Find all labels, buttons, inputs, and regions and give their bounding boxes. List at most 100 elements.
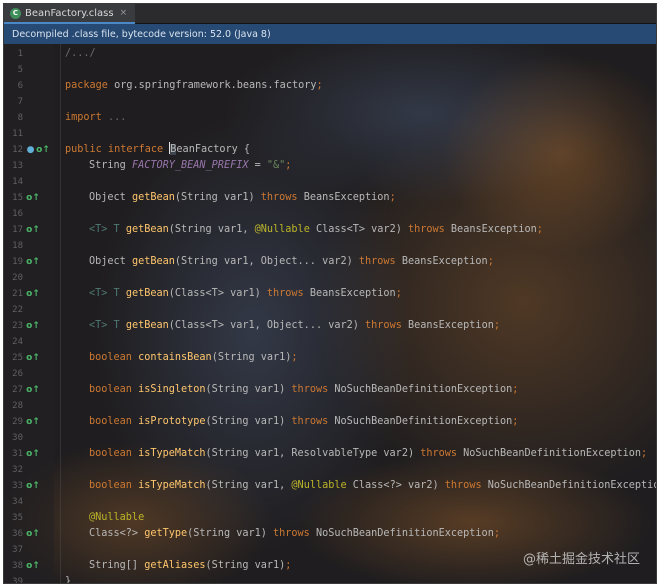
gutter-icons: o↑ (26, 222, 40, 238)
code-text: boolean isSingleton(String var1) throws … (65, 382, 518, 398)
code-line[interactable]: 34 (4, 494, 656, 510)
code-line[interactable]: 26 (4, 366, 656, 382)
code-line[interactable]: 33 o↑ boolean isTypeMatch(String var1, @Nu… (4, 478, 656, 494)
override-method-icon[interactable]: o↑ (36, 144, 50, 156)
code-line[interactable]: 6 package org.springframework.beans.facto… (4, 78, 656, 94)
code-line[interactable]: 13 String FACTORY_BEAN_PREFIX = "&"; (4, 158, 656, 174)
code-token: Class<?> (89, 528, 145, 539)
code-text: Class<?> getType(String var1) throws NoS… (65, 526, 500, 542)
override-method-icon[interactable]: o↑ (26, 352, 40, 364)
code-line[interactable]: 8 import ... (4, 110, 656, 126)
tab-beanfactory-class[interactable]: C BeanFactory.class × (4, 4, 136, 24)
code-line[interactable]: 11 (4, 126, 656, 142)
code-text: String FACTORY_BEAN_PREFIX = "&"; (65, 158, 291, 174)
code-token: org.springframework.beans.factory (114, 80, 317, 91)
code-token: throws (266, 288, 310, 299)
code-line[interactable]: 16 (4, 206, 656, 222)
code-line[interactable]: 21 o↑ <T> T getBean(Class<T> var1) throws … (4, 286, 656, 302)
code-token: getBean (125, 288, 169, 299)
code-token: Class<?> var2) (352, 480, 445, 491)
code-line[interactable]: 28 (4, 398, 656, 414)
line-number: 7 (17, 97, 23, 107)
line-number: 29 (12, 417, 23, 427)
code-line[interactable]: 1 /.../ (4, 46, 656, 62)
code-token: (String var1) (174, 192, 261, 203)
code-line[interactable]: 17 o↑ <T> T getBean(String var1, @Nullable… (4, 222, 656, 238)
code-token: <T> T (89, 320, 126, 331)
gutter-icons: o↑ (26, 478, 40, 494)
override-method-icon[interactable]: o↑ (26, 480, 40, 492)
code-token: throws (273, 528, 316, 539)
code-token: ; (285, 560, 292, 571)
code-token: BeansException (303, 192, 390, 203)
line-number: 5 (17, 65, 23, 75)
code-token: @Nullable (291, 480, 353, 491)
code-token: @Nullable (89, 512, 145, 523)
gutter-icons: o↑ (26, 190, 40, 206)
code-line[interactable]: 31 o↑ boolean isTypeMatch(String var1, Res… (4, 446, 656, 462)
code-text: boolean containsBean(String var1); (65, 350, 298, 366)
override-method-icon[interactable]: o↑ (26, 448, 40, 460)
override-method-icon[interactable]: o↑ (26, 384, 40, 396)
code-token: "&" (266, 160, 286, 171)
code-line[interactable]: 7 (4, 94, 656, 110)
code-line[interactable]: 22 (4, 302, 656, 318)
code-token: ; (512, 384, 519, 395)
code-editor[interactable]: 1 /.../ 5 6 package org.springframework.bean… (4, 44, 656, 583)
code-line[interactable]: 29 o↑ boolean isPrototype(String var1) thr… (4, 414, 656, 430)
line-number: 22 (12, 305, 23, 315)
code-text: boolean isTypeMatch(String var1, Resolva… (65, 446, 647, 462)
code-line[interactable]: 32 (4, 462, 656, 478)
code-token: <T> T (89, 224, 126, 235)
code-line[interactable]: 25 o↑ boolean containsBean(String var1); (4, 350, 656, 366)
code-line[interactable]: 5 (4, 62, 656, 78)
code-line[interactable]: 18 (4, 238, 656, 254)
code-line[interactable]: 36 o↑ Class<?> getType(String var1) throws… (4, 526, 656, 542)
override-method-icon[interactable]: o↑ (26, 560, 40, 572)
override-method-icon[interactable]: o↑ (26, 224, 40, 236)
code-token: ; (493, 320, 500, 331)
code-token: isTypeMatch (138, 480, 206, 491)
line-number: 17 (12, 225, 23, 235)
code-token: Class<T> var2) (315, 224, 408, 235)
code-token: boolean (89, 384, 139, 395)
code-token: (String var1, (205, 480, 292, 491)
override-method-icon[interactable]: o↑ (26, 288, 40, 300)
line-number: 31 (12, 449, 23, 459)
code-token: throws (260, 192, 304, 203)
code-token: (String var1) (205, 416, 292, 427)
code-token: eanFactory { (176, 144, 251, 155)
code-line[interactable]: 15 o↑ Object getBean(String var1) throws B… (4, 190, 656, 206)
override-method-icon[interactable]: o↑ (26, 320, 40, 332)
code-token: ; (487, 256, 494, 267)
code-line[interactable]: 12 ● o↑ public interface BeanFactory { (4, 142, 656, 158)
code-text: } (65, 574, 71, 583)
decompiled-banner-text: Decompiled .class file, bytecode version… (12, 28, 271, 40)
code-line[interactable]: 30 (4, 430, 656, 446)
code-line[interactable]: 35 @Nullable (4, 510, 656, 526)
code-line[interactable]: 14 (4, 174, 656, 190)
override-method-icon[interactable]: o↑ (26, 256, 40, 268)
code-line[interactable]: 24 (4, 334, 656, 350)
close-icon[interactable]: × (120, 8, 128, 18)
line-number: 32 (12, 465, 23, 475)
watermark: @稀土掘金技术社区 (522, 552, 640, 567)
code-line[interactable]: 23 o↑ <T> T getBean(Class<T> var1, Object.… (4, 318, 656, 334)
code-text: <T> T getBean(Class<T> var1, Object... v… (65, 318, 500, 334)
override-method-icon[interactable]: o↑ (26, 192, 40, 204)
gutter-icons: o↑ (26, 446, 40, 462)
code-line[interactable]: 20 (4, 270, 656, 286)
override-method-icon[interactable]: o↑ (26, 416, 40, 428)
code-line[interactable]: 39} (4, 574, 656, 583)
code-token: throws (358, 256, 402, 267)
line-number: 27 (12, 385, 23, 395)
code-token: (String var1, ResolvableType var2) (205, 448, 421, 459)
code-token: isPrototype (138, 416, 206, 427)
override-method-icon[interactable]: o↑ (26, 528, 40, 540)
code-token: Object (89, 256, 132, 267)
code-line[interactable]: 19 o↑ Object getBean(String var1, Object..… (4, 254, 656, 270)
code-line[interactable]: 27 o↑ boolean isSingleton(String var1) thr… (4, 382, 656, 398)
gutter-icons: o↑ (26, 286, 40, 302)
code-token: NoSuchBeanDefinitionException (315, 528, 494, 539)
implemented-icon[interactable]: ● (26, 144, 35, 156)
